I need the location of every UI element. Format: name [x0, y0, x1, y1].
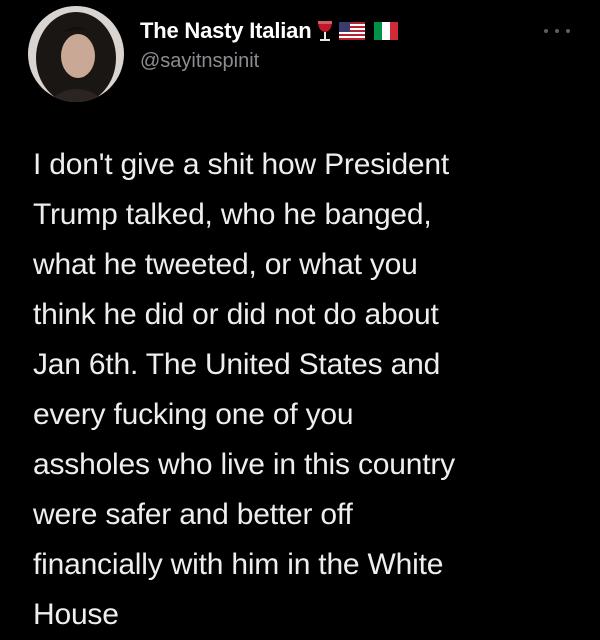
tweet-line: were safer and better off	[33, 498, 353, 531]
name-row: The Nasty Italian	[140, 16, 570, 46]
more-dot	[566, 29, 570, 33]
display-name[interactable]: The Nasty Italian	[140, 18, 312, 44]
tweet-header: The Nasty Italian @sayitnspinit	[140, 16, 570, 73]
avatar[interactable]	[28, 6, 124, 102]
tweet-line: assholes who live in this country	[33, 448, 455, 481]
more-options-icon[interactable]	[544, 26, 570, 36]
tweet-line: financially with him in the White	[33, 548, 444, 581]
tweet-text: I don't give a shit how President Trump …	[33, 140, 578, 640]
tweet-line: Jan 6th. The United States and	[33, 348, 441, 381]
tweet-line: think he did or did not do about	[33, 298, 439, 331]
wine-glass-icon	[316, 19, 334, 43]
tweet-line: what he tweeted, or what you	[33, 248, 418, 281]
tweet-line: House	[33, 598, 119, 631]
us-flag-icon	[339, 22, 366, 40]
avatar-photo	[28, 6, 124, 102]
user-handle[interactable]: @sayitnspinit	[140, 50, 570, 73]
more-dot	[544, 29, 548, 33]
tweet-line: Trump talked, who he banged,	[33, 198, 432, 231]
tweet-line: I don't give a shit how President	[33, 148, 450, 181]
more-dot	[555, 29, 559, 33]
italy-flag-icon	[374, 22, 399, 40]
tweet-line: every fucking one of you	[33, 398, 354, 431]
tweet-card: The Nasty Italian @sayitnspinit I don't …	[0, 0, 600, 636]
